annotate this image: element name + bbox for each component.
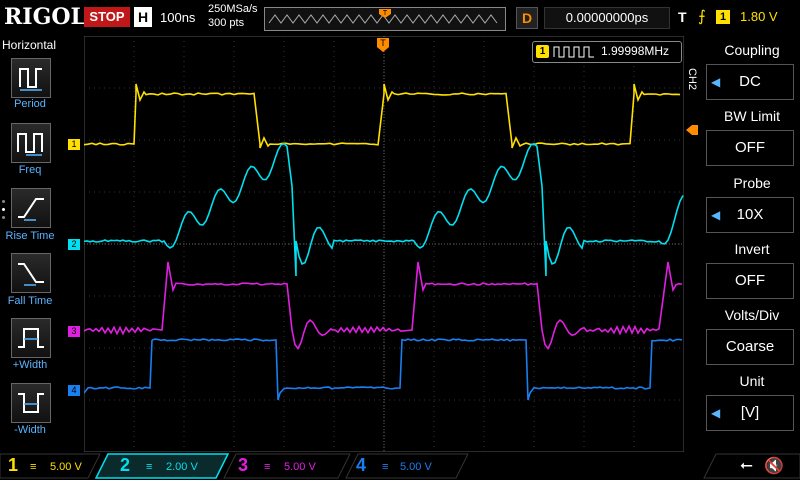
memory-waveform-icon: T <box>265 8 505 30</box>
ch3-ground-marker[interactable]: 3 <box>68 326 80 337</box>
ch4-coupling-icon: ≡ <box>382 461 388 473</box>
graticule <box>84 36 684 452</box>
invert-value: OFF <box>735 272 765 289</box>
select-arrow-icon: ◀ <box>711 198 720 232</box>
ch1-scale[interactable]: 5.00 V <box>50 461 82 473</box>
ch2-scale[interactable]: 2.00 V <box>166 461 198 473</box>
page-dot <box>2 216 5 219</box>
usb-icon: ⭠ <box>740 457 753 475</box>
negative-width-icon[interactable] <box>11 383 51 423</box>
bw-limit-value: OFF <box>735 139 765 156</box>
negative-width-label[interactable]: -Width <box>0 424 60 436</box>
rise-time-label[interactable]: Rise Time <box>0 230 60 242</box>
memory-overview-strip: T <box>264 7 506 31</box>
select-arrow-icon: ◀ <box>711 65 720 99</box>
sample-rate: 250MSa/s <box>208 3 258 15</box>
rise-time-icon[interactable] <box>11 188 51 228</box>
memory-trigger-marker-label: T <box>383 10 388 17</box>
ch1-label[interactable]: 1 <box>8 455 18 476</box>
volts-div-title: Volts/Div <box>704 303 800 327</box>
ch4-ground-marker[interactable]: 4 <box>68 385 80 396</box>
ch4-label[interactable]: 4 <box>356 455 366 476</box>
probe-title: Probe <box>704 171 800 195</box>
waveform-display[interactable] <box>84 36 684 452</box>
run-stop-button[interactable]: STOP <box>84 7 130 27</box>
coupling-button[interactable]: ◀ DC <box>706 64 794 100</box>
period-label[interactable]: Period <box>0 98 60 110</box>
period-icon[interactable] <box>11 58 51 98</box>
unit-title: Unit <box>704 369 800 393</box>
delay-tag: D <box>516 7 538 29</box>
invert-title: Invert <box>704 237 800 261</box>
square-wave-icon <box>553 45 595 59</box>
freq-icon[interactable] <box>11 123 51 163</box>
speaker-muted-icon[interactable]: 🔇 <box>764 456 784 476</box>
trigger-level-marker[interactable] <box>686 122 698 132</box>
coupling-value: DC <box>739 73 761 90</box>
ch4-scale[interactable]: 5.00 V <box>400 461 432 473</box>
freq-label[interactable]: Freq <box>0 164 60 176</box>
trigger-tag: T <box>678 7 694 27</box>
bw-limit-button[interactable]: OFF <box>706 130 794 166</box>
ch4-trace <box>84 339 682 400</box>
rising-edge-icon: ⨍ <box>698 7 706 27</box>
volts-div-value: Coarse <box>726 338 774 355</box>
ch2-coupling-icon: ≡ <box>146 461 152 473</box>
coupling-title: Coupling <box>704 38 800 62</box>
probe-value: 10X <box>737 206 764 223</box>
ch2-label[interactable]: 2 <box>120 455 130 476</box>
ch3-coupling-icon: ≡ <box>264 461 270 473</box>
freq-channel-badge: 1 <box>536 45 549 58</box>
select-arrow-icon: ◀ <box>711 396 720 430</box>
trigger-level[interactable]: 1.80 V <box>740 7 778 27</box>
positive-width-icon[interactable] <box>11 318 51 358</box>
freq-value: 1.99998MHz <box>601 44 669 58</box>
ch2-ground-marker[interactable]: 2 <box>68 239 80 250</box>
ch3-trace <box>84 262 682 348</box>
ch3-scale[interactable]: 5.00 V <box>284 461 316 473</box>
horizontal-tag: H <box>134 7 152 27</box>
panel-title: Horizontal <box>2 38 56 52</box>
ch3-label[interactable]: 3 <box>238 455 248 476</box>
page-dot <box>2 200 5 203</box>
fall-time-icon[interactable] <box>11 253 51 293</box>
brand-logo: RIGOL <box>4 4 86 30</box>
ch1-ground-marker[interactable]: 1 <box>68 139 80 150</box>
probe-button[interactable]: ◀ 10X <box>706 197 794 233</box>
bw-limit-title: BW Limit <box>704 104 800 128</box>
positive-width-label[interactable]: +Width <box>0 359 60 371</box>
unit-button[interactable]: ◀ [V] <box>706 395 794 431</box>
timebase-value[interactable]: 100ns <box>160 10 195 25</box>
unit-value: [V] <box>741 404 759 421</box>
memory-depth: 300 pts <box>208 17 244 29</box>
trigger-source[interactable]: 1 <box>716 10 730 24</box>
page-dot <box>2 208 5 211</box>
frequency-readout[interactable]: 1 1.99998MHz <box>532 41 682 63</box>
ch1-coupling-icon: ≡ <box>30 461 36 473</box>
ch1-trace <box>84 84 680 148</box>
delay-value[interactable]: 0.00000000ps <box>544 7 670 29</box>
invert-button[interactable]: OFF <box>706 263 794 299</box>
fall-time-label[interactable]: Fall Time <box>0 295 60 307</box>
volts-div-button[interactable]: Coarse <box>706 329 794 365</box>
